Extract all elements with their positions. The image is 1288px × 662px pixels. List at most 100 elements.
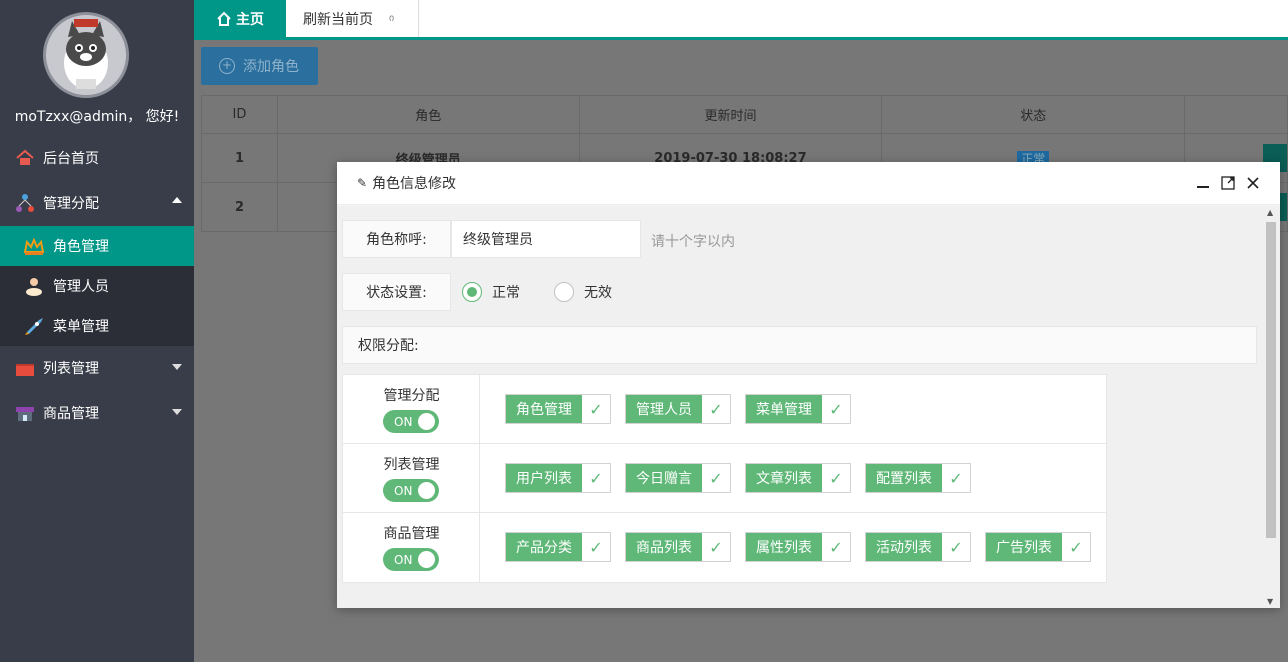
group-toggle-switch[interactable]: ON (383, 479, 439, 502)
nav-item-dashboard[interactable]: 后台首页 (0, 138, 194, 178)
permission-checkbox[interactable]: 文章列表 ✓ (745, 463, 851, 493)
permission-label: 用户列表 (506, 464, 582, 492)
role-name-hint: 请十个字以内 (651, 234, 735, 250)
check-icon: ✓ (589, 468, 603, 488)
table-header-id: ID (201, 95, 278, 134)
avatar[interactable] (43, 12, 129, 98)
permission-checkbox[interactable]: 今日赠言 ✓ (625, 463, 731, 493)
permission-header: 权限分配: (342, 326, 1257, 364)
group-toggle-switch[interactable]: ON (383, 410, 439, 433)
scroll-up-icon[interactable]: ▲ (1267, 208, 1273, 217)
dialog-scrollbar[interactable]: ▲ ▼ (1262, 206, 1280, 608)
add-role-label: 添加角色 (243, 59, 299, 75)
nav-item-label: 管理分配 (43, 196, 99, 212)
maximize-icon[interactable] (1219, 174, 1237, 192)
cat-avatar-icon (64, 19, 108, 89)
permission-label: 产品分类 (506, 533, 582, 561)
table-header-status: 状态 (881, 95, 1186, 134)
cell-id: 1 (201, 133, 278, 183)
sidebar: moTzxx@admin， 您好! 后台首页 管理分配 角色管理 管理人员 菜单… (0, 0, 194, 662)
check-icon: ✓ (709, 399, 723, 419)
sidebar-item-label: 角色管理 (53, 239, 109, 255)
table-header-role: 角色 (276, 95, 580, 134)
permission-checkbox[interactable]: 广告列表 ✓ (985, 532, 1091, 562)
nav-item-label: 商品管理 (43, 406, 99, 422)
nav-item-management[interactable]: 管理分配 (0, 183, 194, 223)
sidebar-item-staff[interactable]: 管理人员 (0, 266, 194, 306)
scrollbar-thumb[interactable] (1266, 222, 1276, 538)
permission-group-name: 商品管理 (383, 526, 440, 542)
permission-checkbox[interactable]: 菜单管理 ✓ (745, 394, 851, 424)
permission-label: 角色管理 (506, 395, 582, 423)
pencil-icon: ✎ (357, 176, 368, 190)
group-toggle-switch[interactable]: ON (383, 548, 439, 571)
permission-group-cell: 商品管理 ON (343, 513, 480, 582)
radio-label: 无效 (584, 285, 612, 301)
check-icon: ✓ (829, 399, 843, 419)
permission-checkbox[interactable]: 活动列表 ✓ (865, 532, 971, 562)
close-tab-icon[interactable]: ი (389, 13, 394, 24)
minimize-icon[interactable] (1194, 174, 1212, 192)
check-icon: ✓ (829, 468, 843, 488)
switch-text: ON (394, 483, 413, 498)
nav-item-label: 后台首页 (43, 151, 99, 167)
radio-unchecked-icon (554, 282, 574, 302)
permission-checkbox[interactable]: 产品分类 ✓ (505, 532, 611, 562)
add-role-button[interactable]: + 添加角色 (201, 47, 318, 85)
switch-text: ON (394, 552, 413, 567)
permission-label: 属性列表 (746, 533, 822, 561)
home-icon (15, 148, 35, 168)
permission-checkbox[interactable]: 配置列表 ✓ (865, 463, 971, 493)
permission-table: 管理分配 ON 角色管理 ✓ 管理人员 ✓ 菜单管理 ✓ 列表管理 ON 用户列表 ✓ … (342, 374, 1107, 583)
tab-refresh[interactable]: 刷新当前页 ი (289, 0, 419, 37)
cell-id: 2 (201, 182, 278, 232)
close-icon[interactable] (1244, 174, 1262, 192)
user-greeting: moTzxx@admin， 您好! (14, 109, 180, 125)
nav-item-products[interactable]: 商品管理 (0, 393, 194, 433)
permission-group-row: 商品管理 ON 产品分类 ✓ 商品列表 ✓ 属性列表 ✓ 活动列表 ✓ 广告列表 ✓ (343, 513, 1106, 582)
switch-text: ON (394, 414, 413, 429)
nav-item-label: 列表管理 (43, 361, 99, 377)
permission-checkbox[interactable]: 角色管理 ✓ (505, 394, 611, 424)
status-label: 状态设置: (342, 273, 451, 311)
radio-label: 正常 (492, 285, 520, 301)
check-icon: ✓ (709, 468, 723, 488)
tab-refresh-label: 刷新当前页 (303, 11, 373, 28)
switch-knob (418, 482, 435, 499)
permission-checkbox[interactable]: 属性列表 ✓ (745, 532, 851, 562)
permission-label: 文章列表 (746, 464, 822, 492)
permission-label: 广告列表 (986, 533, 1062, 561)
table-header-time: 更新时间 (578, 95, 883, 134)
table-header-actions (1184, 95, 1288, 134)
dialog-body: 角色称呼: 终级管理员 请十个字以内 状态设置: 正常 无效 权限分配: 管理分… (337, 206, 1262, 608)
chevron-down-icon (172, 364, 182, 370)
tab-home[interactable]: 主页 (194, 0, 286, 37)
network-icon (15, 193, 35, 213)
tab-home-label: 主页 (236, 11, 264, 28)
permission-label: 管理人员 (626, 395, 702, 423)
permission-label: 配置列表 (866, 464, 942, 492)
role-name-input[interactable]: 终级管理员 (451, 220, 641, 258)
radio-status-normal[interactable]: 正常 (462, 282, 520, 302)
sidebar-item-menus[interactable]: 菜单管理 (0, 306, 194, 346)
role-name-label: 角色称呼: (342, 220, 451, 258)
chevron-down-icon (172, 409, 182, 415)
permission-checkbox[interactable]: 商品列表 ✓ (625, 532, 731, 562)
permission-checkbox[interactable]: 用户列表 ✓ (505, 463, 611, 493)
sidebar-item-label: 菜单管理 (53, 319, 109, 335)
switch-knob (418, 551, 435, 568)
dialog-titlebar[interactable]: ✎ 角色信息修改 (337, 162, 1280, 205)
permission-group-cell: 列表管理 ON (343, 444, 480, 513)
store-icon (15, 403, 35, 423)
check-icon: ✓ (589, 537, 603, 557)
radio-status-invalid[interactable]: 无效 (554, 282, 612, 302)
tab-bar: 主页 刷新当前页 ი (194, 0, 1288, 40)
nav-item-lists[interactable]: 列表管理 (0, 348, 194, 388)
home-outline-icon (217, 11, 231, 26)
permission-checkbox[interactable]: 管理人员 ✓ (625, 394, 731, 424)
check-icon: ✓ (589, 399, 603, 419)
sidebar-item-roles[interactable]: 角色管理 (0, 226, 194, 266)
scroll-down-icon[interactable]: ▼ (1267, 597, 1273, 606)
role-edit-dialog: ✎ 角色信息修改 角色称呼: 终级管理员 请十个字以内 状态设置: 正常 无效 … (337, 162, 1280, 608)
permission-group-cell: 管理分配 ON (343, 375, 480, 444)
